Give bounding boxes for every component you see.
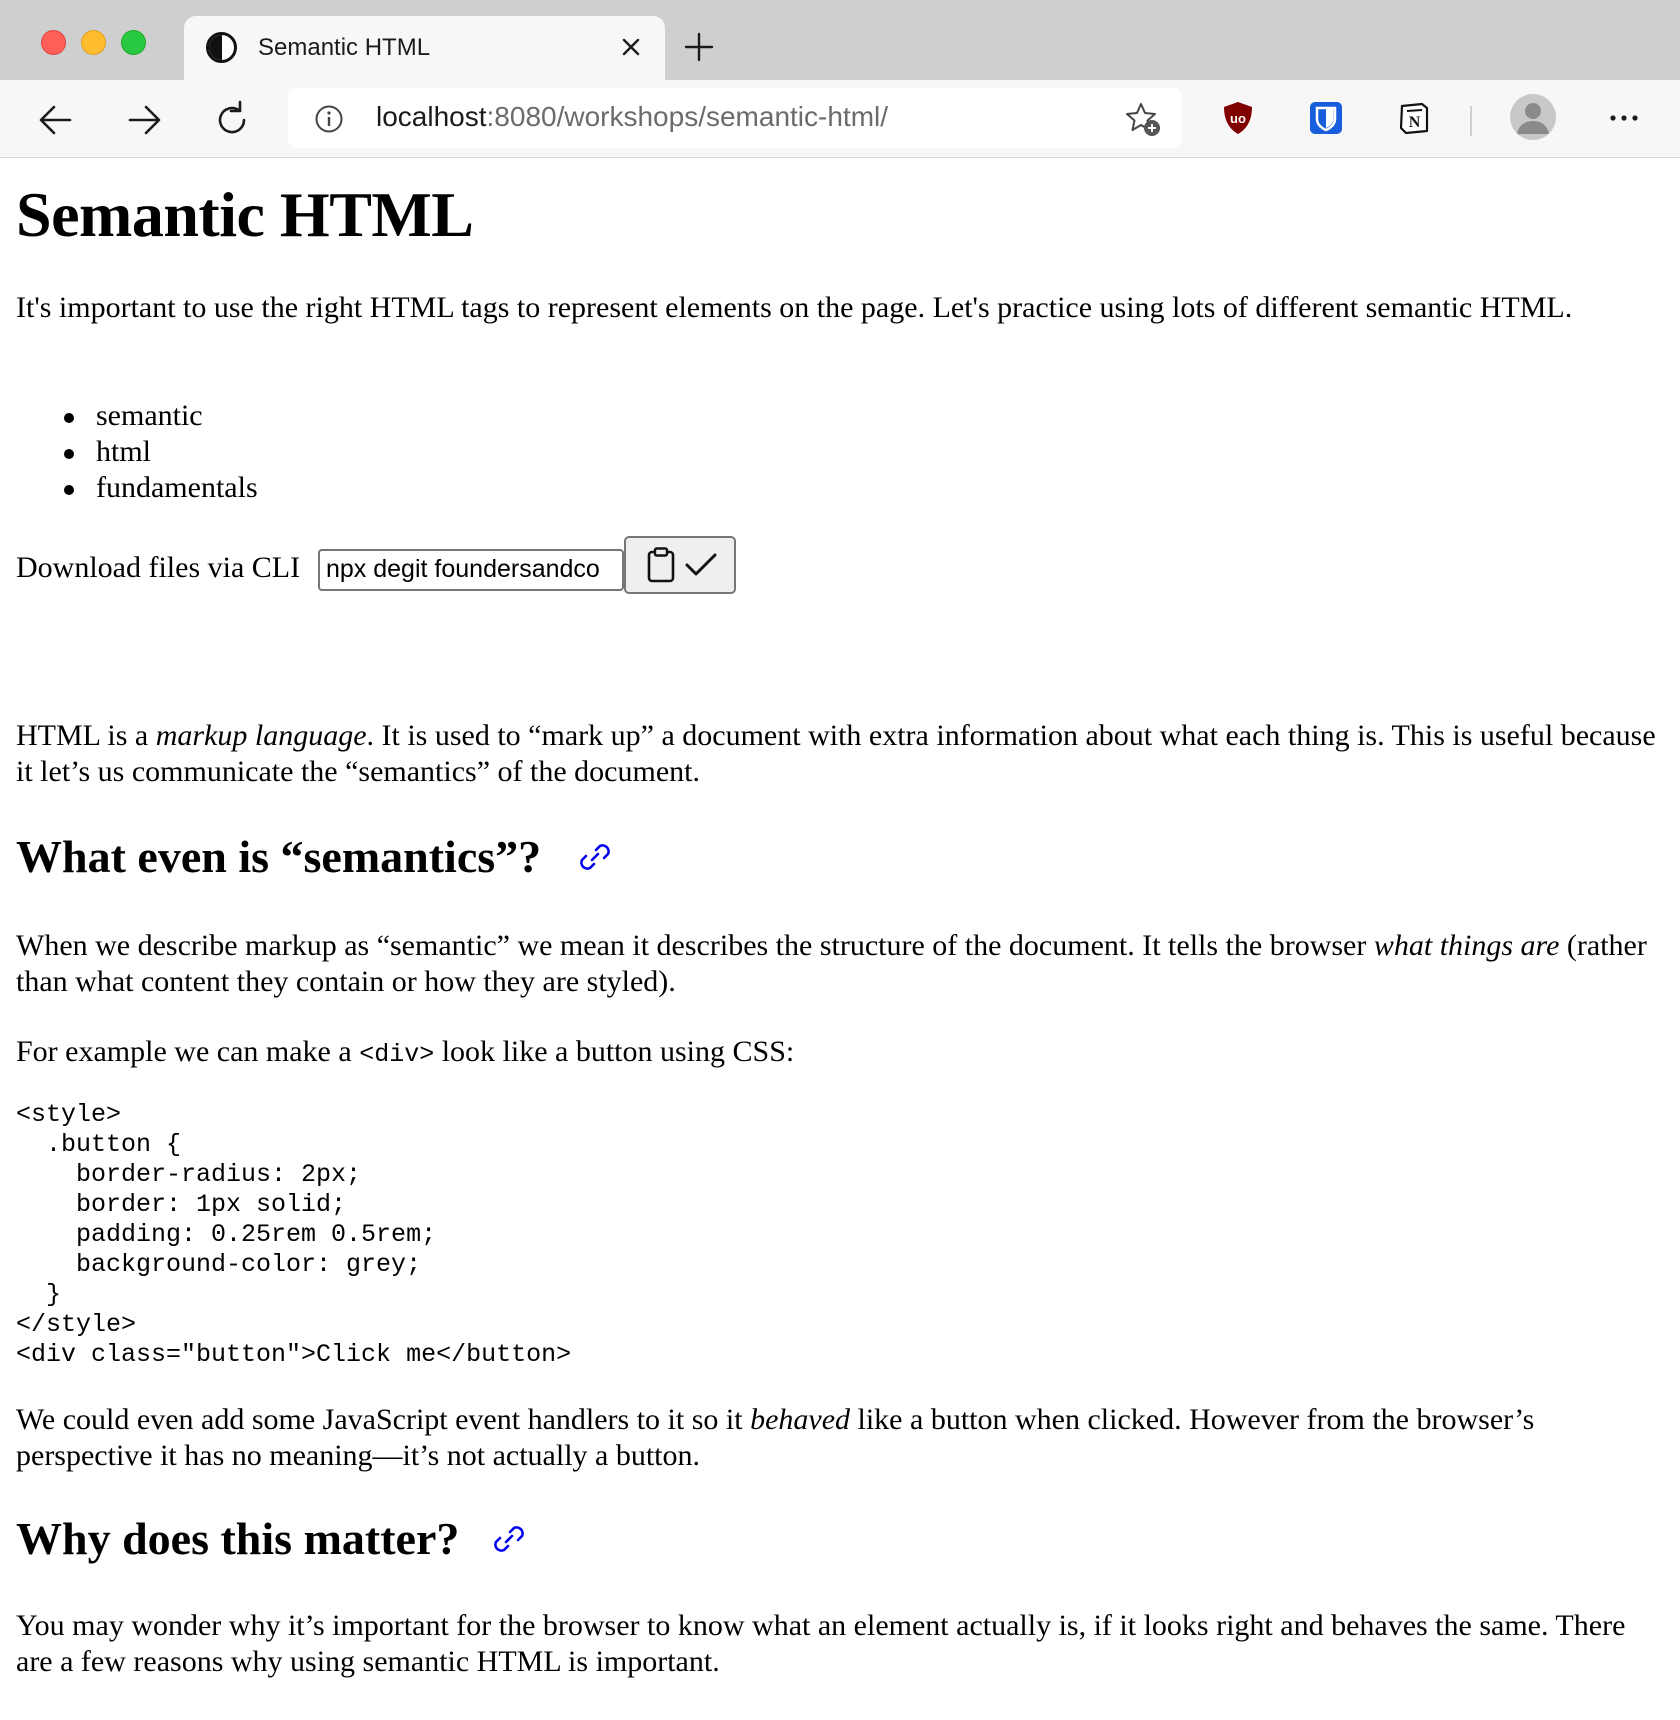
list-item: semantic: [16, 398, 258, 434]
emphasis-text: markup language: [155, 719, 367, 752]
list-item: fundamentals: [16, 470, 258, 506]
clipboard-icon: [647, 547, 675, 583]
navigation-bar: localhost:8080/workshops/semantic-html/ …: [0, 80, 1680, 158]
url-path: :8080/workshops/semantic-html/: [486, 101, 889, 132]
address-bar[interactable]: localhost:8080/workshops/semantic-html/: [288, 88, 1182, 148]
emphasis-text: behaved: [750, 1403, 851, 1436]
code-block: <style> .button { border-radius: 2px; bo…: [16, 1100, 572, 1369]
svg-text:N: N: [1409, 114, 1421, 131]
markup-language-paragraph: HTML is a markup language. It is used to…: [16, 718, 1666, 790]
svg-text:uo: uo: [1230, 111, 1246, 126]
reload-icon[interactable]: [210, 98, 254, 142]
copy-button[interactable]: [624, 536, 736, 594]
section-heading-why: Why does this matter?: [16, 1513, 460, 1564]
page-title: Semantic HTML: [16, 179, 474, 250]
link-icon[interactable]: [490, 1520, 528, 1558]
close-icon[interactable]: [616, 32, 646, 62]
example-paragraph: For example we can make a <div> look lik…: [16, 1034, 1666, 1073]
half-circle-icon: [206, 32, 237, 63]
cli-command-input[interactable]: npx degit foundersandco: [318, 549, 624, 591]
tag-list: semantic html fundamentals: [16, 398, 258, 506]
text-segment: When we describe markup as “semantic” we…: [16, 929, 1374, 962]
inline-code: <div>: [359, 1040, 435, 1069]
why-matter-paragraph: You may wonder why it’s important for th…: [16, 1609, 1626, 1678]
emphasis-text: what things are: [1373, 929, 1560, 962]
active-tab[interactable]: Semantic HTML: [184, 16, 665, 80]
url-host: localhost: [376, 101, 487, 132]
browser-chrome: Semantic HTML localhost:8080/workshops/s…: [0, 0, 1680, 158]
notion-icon[interactable]: N: [1396, 100, 1432, 136]
tab-title: Semantic HTML: [258, 34, 431, 61]
text-segment: HTML is a: [16, 719, 156, 752]
url-text[interactable]: localhost:8080/workshops/semantic-html/: [376, 101, 888, 133]
link-icon[interactable]: [576, 838, 614, 876]
close-window-button[interactable]: [41, 30, 66, 55]
text-segment: For example we can make a: [16, 1035, 360, 1068]
intro-paragraph: It's important to use the right HTML tag…: [16, 291, 1573, 324]
behaved-paragraph: We could even add some JavaScript event …: [16, 1402, 1666, 1474]
minimize-window-button[interactable]: [81, 30, 106, 55]
section-heading-semantics: What even is “semantics”?: [16, 831, 542, 882]
new-tab-plus-icon[interactable]: [682, 30, 716, 64]
ublock-origin-icon[interactable]: uo: [1220, 100, 1256, 136]
list-item: html: [16, 434, 258, 470]
text-segment: look like a button using CSS:: [434, 1035, 795, 1068]
arrow-left-icon[interactable]: [34, 98, 78, 142]
info-icon[interactable]: [314, 104, 344, 134]
profile-avatar-icon[interactable]: [1510, 94, 1556, 140]
tab-strip: Semantic HTML: [0, 0, 1680, 80]
maximize-window-button[interactable]: [121, 30, 146, 55]
star-add-icon[interactable]: [1124, 100, 1162, 138]
bitwarden-icon[interactable]: [1308, 100, 1344, 136]
toolbar-separator: [1470, 106, 1472, 136]
more-dots-icon[interactable]: [1604, 100, 1644, 136]
checkmark-icon: [685, 553, 717, 576]
text-segment: We could even add some JavaScript event …: [16, 1403, 751, 1436]
semantic-definition-paragraph: When we describe markup as “semantic” we…: [16, 928, 1666, 1000]
arrow-right-icon[interactable]: [122, 98, 166, 142]
cli-label: Download files via CLI: [16, 551, 301, 584]
